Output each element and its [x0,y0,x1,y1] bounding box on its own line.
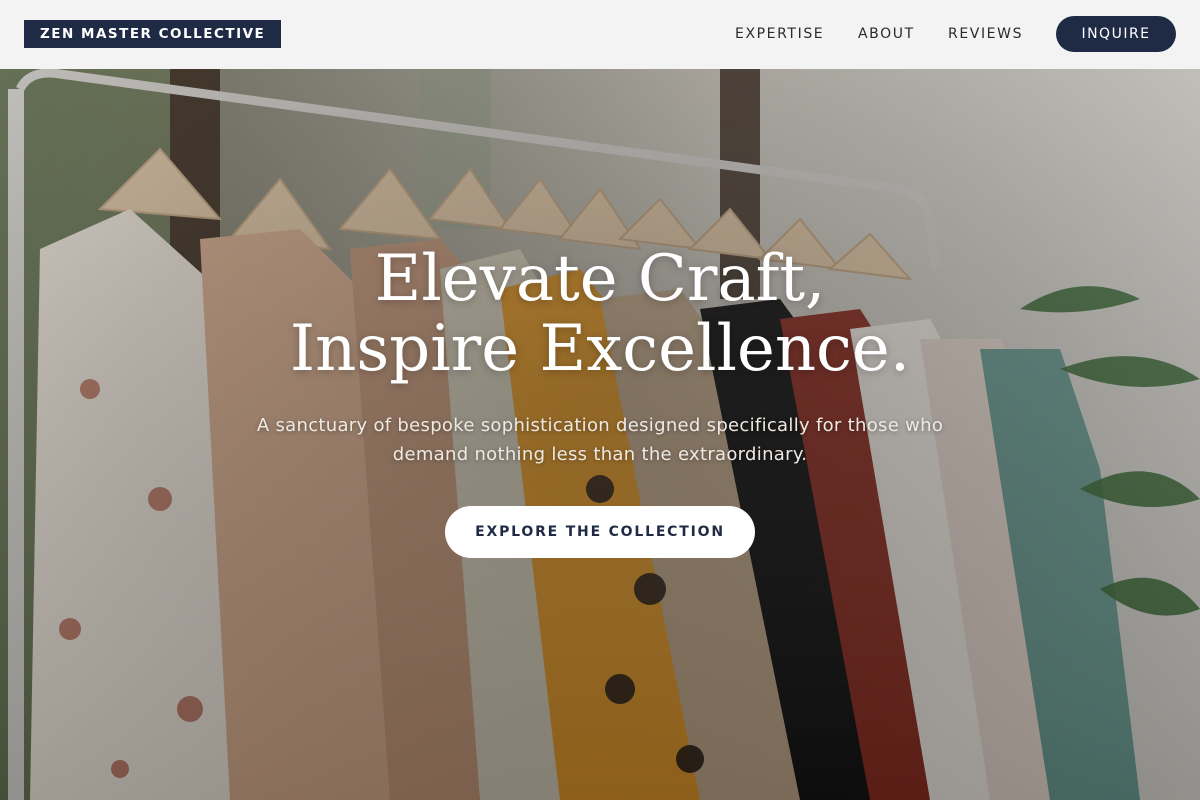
site-header: ZEN MASTER COLLECTIVE EXPERTISE ABOUT RE… [0,0,1200,69]
hero-section: Elevate Craft, Inspire Excellence. A san… [0,69,1200,800]
hero-title-line2: Inspire Excellence. [289,312,911,386]
inquire-button[interactable]: INQUIRE [1056,16,1176,52]
hero-title: Elevate Craft, Inspire Excellence. [0,244,1200,384]
brand-logo[interactable]: ZEN MASTER COLLECTIVE [24,20,282,48]
nav-link-expertise[interactable]: EXPERTISE [735,24,824,44]
nav-link-reviews[interactable]: REVIEWS [948,24,1023,44]
nav-link-about[interactable]: ABOUT [858,24,915,44]
explore-collection-button[interactable]: EXPLORE THE COLLECTION [445,506,755,558]
hero-subtitle: A sanctuary of bespoke sophistication de… [256,415,944,465]
hero-title-line1: Elevate Craft, [374,242,826,316]
